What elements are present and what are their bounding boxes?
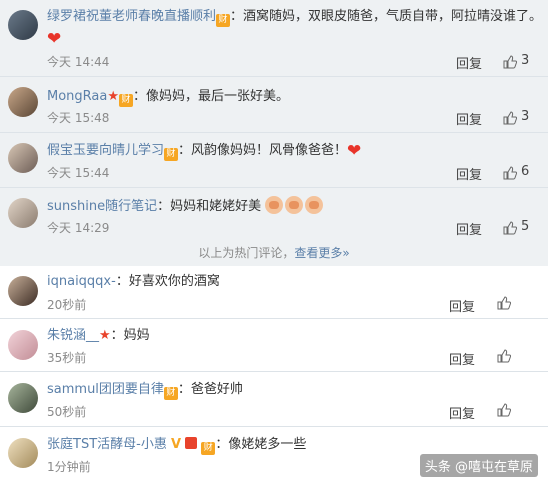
hug-emoji-icon bbox=[265, 196, 284, 214]
comment-text: ：像妈妈，最后一张好美。 bbox=[133, 89, 290, 104]
divider bbox=[0, 371, 548, 372]
thumbs-up-icon bbox=[497, 403, 512, 417]
avatar[interactable] bbox=[8, 438, 38, 468]
reply-button[interactable]: 回复 bbox=[449, 296, 475, 315]
comment-text: ：酒窝随妈，双眼皮随爸，气质自带，阿拉晴没谁了。 bbox=[230, 9, 543, 24]
comment-text: ：好喜欢你的酒窝 bbox=[115, 274, 220, 289]
comment-username[interactable]: 朱锐涵__ bbox=[47, 328, 99, 343]
heart-emoji-icon: ❤ bbox=[47, 29, 62, 49]
divider bbox=[0, 132, 548, 133]
comment-time: 今天 14:29 bbox=[47, 221, 110, 235]
comment-item: 绿罗裙祝董老师春晚直播顺利财：酒窝随妈，双眼皮随爸，气质自带，阿拉晴没谁了。 ❤… bbox=[0, 0, 548, 72]
hot-comments-footer: 以上为热门评论，查看更多» bbox=[0, 244, 548, 261]
thumbs-up-icon bbox=[497, 296, 512, 310]
divider bbox=[0, 76, 548, 77]
reply-button[interactable]: 回复 bbox=[456, 219, 482, 238]
comment-text: ：妈妈和姥姥好美 bbox=[157, 199, 262, 214]
star-badge-icon: ★ bbox=[107, 89, 119, 104]
comment-time: 今天 14:44 bbox=[47, 55, 110, 69]
reply-button[interactable]: 回复 bbox=[456, 164, 482, 183]
comment-time: 1分钟前 bbox=[47, 460, 91, 474]
view-more-link[interactable]: 查看更多» bbox=[294, 246, 349, 260]
like-button[interactable] bbox=[497, 403, 512, 417]
avatar[interactable] bbox=[8, 330, 38, 360]
vip-badge-icon: 财 bbox=[164, 148, 179, 161]
like-button[interactable]: 3 bbox=[503, 109, 529, 124]
like-count: 6 bbox=[521, 164, 530, 179]
v-badge-icon: V bbox=[170, 437, 182, 452]
reply-button[interactable]: 回复 bbox=[456, 53, 482, 72]
divider bbox=[0, 318, 548, 319]
avatar[interactable] bbox=[8, 198, 38, 228]
thumbs-up-icon bbox=[503, 110, 518, 124]
thumbs-up-icon bbox=[503, 165, 518, 179]
like-button[interactable]: 3 bbox=[503, 53, 529, 68]
hug-emoji-icon bbox=[305, 196, 324, 214]
comment-text: ：像姥姥多一些 bbox=[215, 437, 307, 452]
comment-time: 50秒前 bbox=[47, 405, 87, 419]
divider bbox=[0, 426, 548, 427]
comment-text: ：爸爸好帅 bbox=[177, 382, 243, 397]
watermark: 头条 @嘻屯在草原 bbox=[419, 454, 538, 477]
comment-time: 35秒前 bbox=[47, 351, 87, 365]
like-count: 5 bbox=[521, 219, 530, 234]
thumbs-up-icon bbox=[503, 220, 518, 234]
comment-time: 20秒前 bbox=[47, 298, 87, 312]
avatar[interactable] bbox=[8, 276, 38, 306]
like-count: 3 bbox=[521, 109, 530, 124]
vip-badge-icon: 财 bbox=[201, 442, 216, 455]
like-count: 3 bbox=[521, 53, 530, 68]
avatar[interactable] bbox=[8, 143, 38, 173]
avatar[interactable] bbox=[8, 87, 38, 117]
comment-text: ：风韵像妈妈！风骨像爸爸！ bbox=[178, 143, 348, 158]
avatar[interactable] bbox=[8, 383, 38, 413]
vip-badge-icon: 财 bbox=[163, 387, 178, 400]
reply-button[interactable]: 回复 bbox=[456, 109, 482, 128]
comment-username[interactable]: sunshine随行笔记 bbox=[47, 199, 157, 214]
comment-text: ：妈妈 bbox=[110, 328, 150, 343]
heart-emoji-icon: ❤ bbox=[347, 141, 362, 161]
comment-username[interactable]: 假宝玉要向晴儿学习 bbox=[47, 143, 164, 158]
hug-emoji-icon bbox=[285, 196, 304, 214]
thumbs-up-icon bbox=[503, 54, 518, 68]
thumbs-up-icon bbox=[497, 349, 512, 363]
comment-time: 今天 15:44 bbox=[47, 166, 110, 180]
like-button[interactable] bbox=[497, 296, 512, 310]
gift-badge-icon bbox=[185, 437, 198, 449]
vip-badge-icon: 财 bbox=[216, 14, 231, 27]
like-button[interactable]: 6 bbox=[503, 164, 529, 179]
like-button[interactable] bbox=[497, 349, 512, 363]
comment-username[interactable]: MongRaa bbox=[47, 89, 107, 104]
star-badge-icon: ★ bbox=[99, 328, 111, 343]
reply-button[interactable]: 回复 bbox=[449, 349, 475, 368]
comment-username[interactable]: iqnaiqqqx- bbox=[47, 274, 116, 289]
reply-button[interactable]: 回复 bbox=[449, 403, 475, 422]
hot-comments-note: 以上为热门评论， bbox=[198, 246, 295, 260]
comment-time: 今天 15:48 bbox=[47, 111, 110, 125]
comment-username[interactable]: sammul团团要自律 bbox=[47, 382, 164, 397]
like-button[interactable]: 5 bbox=[503, 219, 529, 234]
comment-username[interactable]: 绿罗裙祝董老师春晚直播顺利 bbox=[47, 9, 216, 24]
divider bbox=[0, 187, 548, 188]
comment-username[interactable]: 张庭TST活酵母-小惠 bbox=[47, 437, 167, 452]
vip-badge-icon: 财 bbox=[119, 94, 133, 107]
avatar[interactable] bbox=[8, 10, 38, 40]
